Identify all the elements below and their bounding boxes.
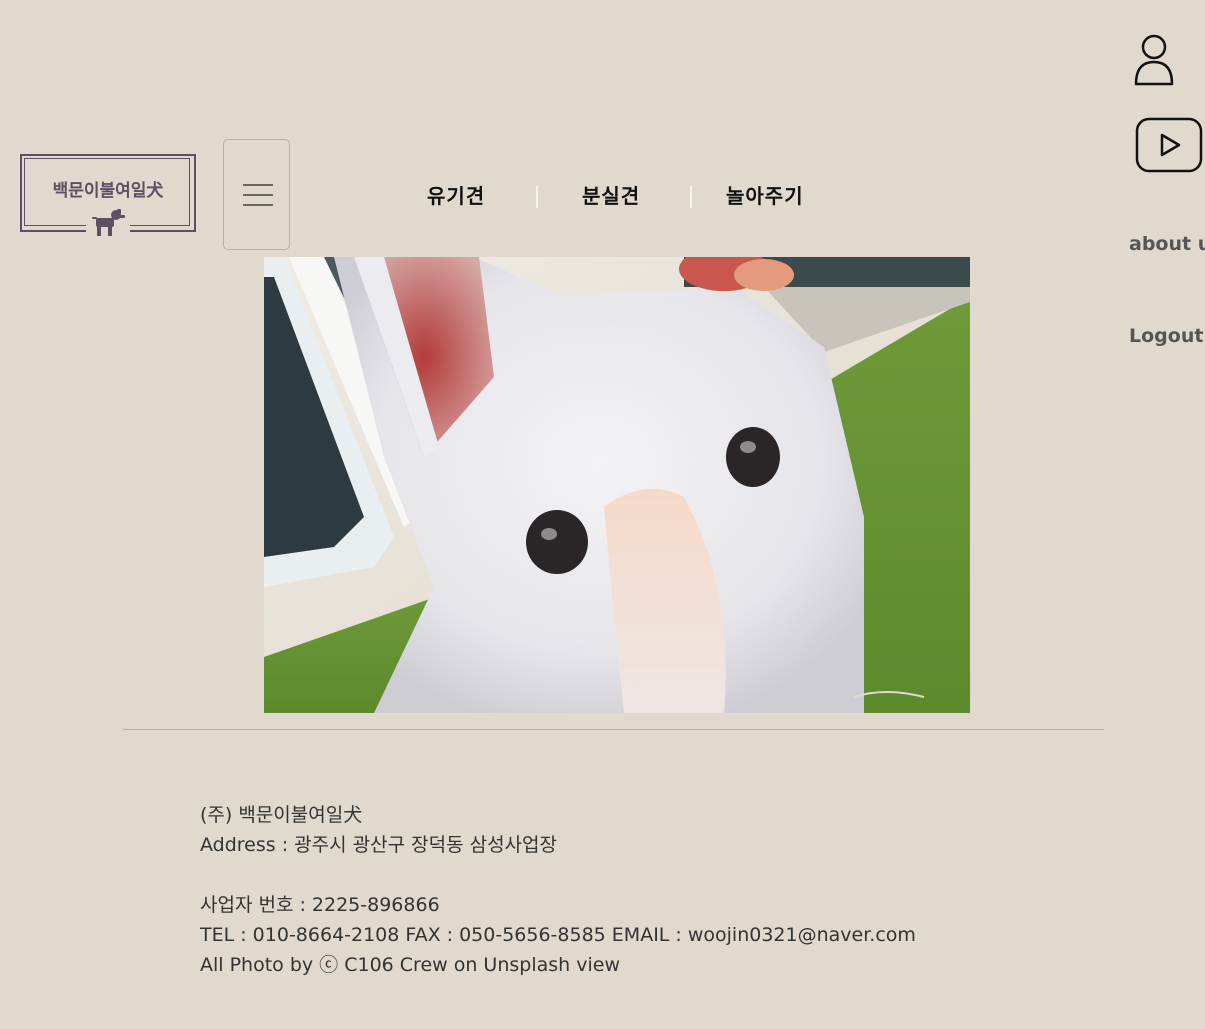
youtube-play-icon[interactable] (1134, 116, 1205, 176)
menu-button[interactable] (223, 139, 290, 250)
footer-address: Address : 광주시 광산구 장덕동 삼성사업장 (200, 834, 557, 856)
main-nav: 유기견 분실견 놀아주기 (390, 180, 850, 214)
footer-contact: TEL : 010-8664-2108 FAX : 050-5656-8585 … (200, 924, 916, 946)
hero-puppy-image (264, 257, 970, 713)
hamburger-icon-bar (243, 204, 273, 206)
footer-spacer (200, 860, 1100, 890)
footer: (주) 백문이불여일犬 Address : 광주시 광산구 장덕동 삼성사업장 … (200, 800, 1100, 980)
dog-icon (86, 206, 130, 240)
about-us-link[interactable]: about us (1129, 233, 1205, 255)
nav-item-abandoned-dogs[interactable]: 유기견 (427, 180, 485, 209)
nav-item-play[interactable]: 놀아주기 (726, 180, 804, 209)
hamburger-icon (243, 184, 273, 186)
logo-text: 백문이불여일犬 (52, 181, 164, 201)
hamburger-icon-bar (243, 194, 273, 196)
footer-company: (주) 백문이불여일犬 (200, 804, 363, 826)
nav-separator (536, 186, 538, 208)
nav-separator (690, 186, 692, 208)
nav-item-lost-dogs[interactable]: 분실견 (582, 180, 640, 209)
site-logo[interactable]: 백문이불여일犬 (20, 154, 196, 240)
user-icon[interactable] (1130, 32, 1178, 88)
footer-photo-credit: All Photo by ⓒ C106 Crew on Unsplash vie… (200, 954, 620, 976)
logout-link[interactable]: Logout (1129, 325, 1203, 347)
footer-divider (123, 729, 1104, 730)
footer-business-number: 사업자 번호 : 2225-896866 (200, 894, 440, 916)
